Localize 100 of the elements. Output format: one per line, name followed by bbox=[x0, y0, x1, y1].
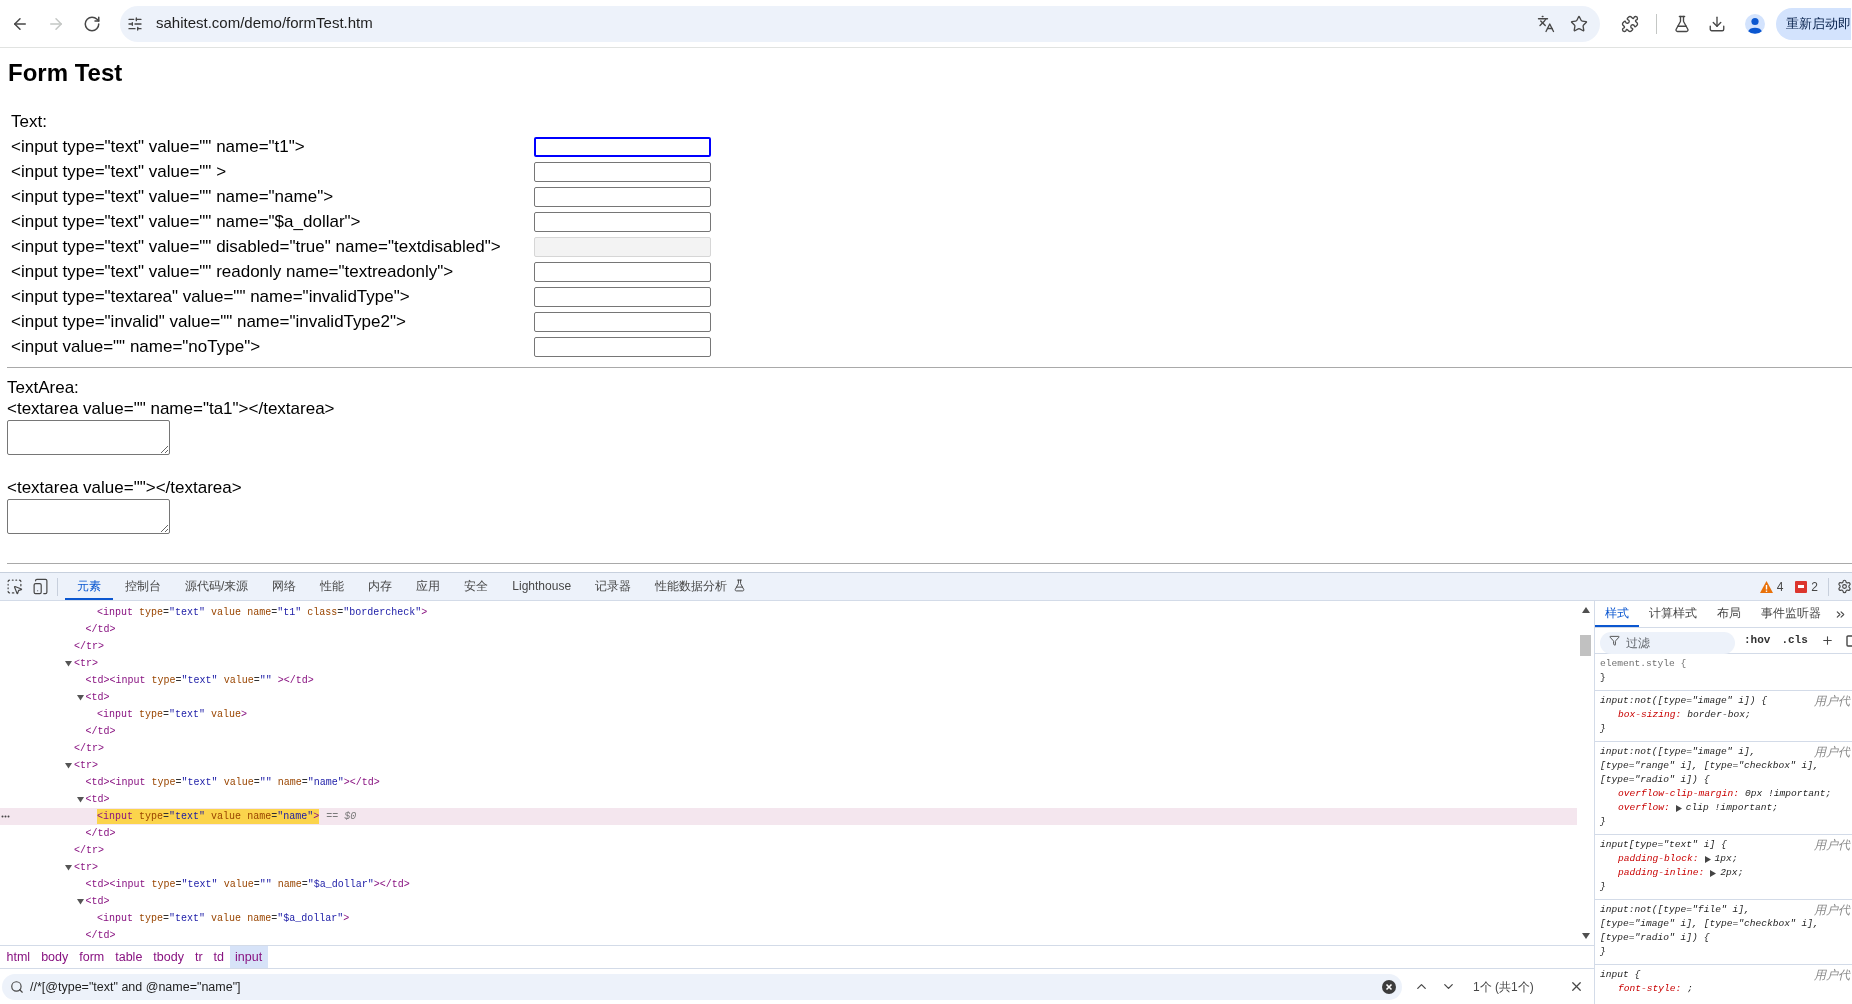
devtools-tab[interactable]: 内存 bbox=[356, 573, 405, 600]
reload-icon[interactable] bbox=[83, 14, 101, 33]
site-settings-icon[interactable] bbox=[127, 15, 143, 32]
html-code-line[interactable]: <td><input type="text" value="" name="$a_dollar"></td> bbox=[85, 877, 410, 892]
html-code-line[interactable]: </tr> bbox=[74, 639, 105, 654]
settings-icon[interactable] bbox=[1837, 579, 1852, 594]
html-code-line[interactable]: </td> bbox=[85, 826, 116, 841]
html-code-line[interactable]: <td> bbox=[85, 792, 110, 807]
breadcrumb-item[interactable]: tr bbox=[189, 946, 209, 968]
text-input-field[interactable] bbox=[534, 186, 711, 207]
clear-search-icon[interactable] bbox=[1382, 979, 1396, 994]
devtools-tab[interactable]: 性能数据分析 bbox=[643, 573, 759, 600]
pseudo-toggle-button[interactable]: .cls bbox=[1781, 632, 1808, 649]
expand-triangle-icon[interactable] bbox=[76, 898, 84, 905]
html-code-line[interactable]: </td> bbox=[85, 724, 116, 739]
bookmark-star-icon[interactable] bbox=[1570, 14, 1588, 33]
css-property-name[interactable]: font-style: bbox=[1618, 981, 1682, 997]
expand-triangle-icon[interactable] bbox=[65, 864, 72, 871]
devtools-tab[interactable]: Lighthouse bbox=[500, 573, 584, 600]
css-property-value[interactable]: 2px; bbox=[1720, 865, 1744, 881]
html-code-line[interactable]: <td> bbox=[85, 690, 110, 705]
textarea-field[interactable] bbox=[7, 499, 170, 534]
breadcrumb-item[interactable]: tbody bbox=[147, 946, 190, 968]
text-input-field[interactable] bbox=[534, 336, 711, 357]
address-bar[interactable]: sahitest.com/demo/formTest.htm bbox=[120, 5, 1600, 42]
breadcrumb-item[interactable]: form bbox=[73, 946, 110, 968]
html-code-line[interactable]: <input type="text" value name="$a_dollar"> bbox=[97, 911, 350, 926]
css-property-value[interactable]: ; bbox=[1687, 981, 1694, 997]
inspect-element-icon[interactable] bbox=[6, 578, 23, 595]
breadcrumb-item[interactable]: table bbox=[109, 946, 148, 968]
css-property-name[interactable]: overflow: bbox=[1618, 800, 1670, 816]
devtools-tab[interactable]: 源代码/来源 bbox=[173, 573, 261, 600]
close-icon[interactable] bbox=[1569, 979, 1584, 994]
expand-triangle-icon[interactable] bbox=[76, 694, 84, 701]
html-code-line[interactable]: <input type="text" value> bbox=[97, 707, 248, 722]
stylesheet-origin-label[interactable]: 用户代 bbox=[1814, 694, 1850, 708]
css-property-name[interactable]: box-sizing: bbox=[1618, 707, 1682, 723]
html-code-line[interactable]: </tr> bbox=[74, 741, 105, 756]
stylesheet-origin-label[interactable]: 用户代 bbox=[1814, 745, 1850, 759]
css-property-value[interactable]: 0px !important; bbox=[1744, 786, 1832, 802]
text-input-field[interactable] bbox=[534, 136, 711, 157]
html-code-line[interactable]: </td> bbox=[85, 622, 116, 637]
stylesheet-origin-label[interactable]: 用户代 bbox=[1814, 968, 1850, 982]
html-code-line[interactable]: <tr> bbox=[74, 758, 99, 773]
css-property-name[interactable]: padding-block: bbox=[1618, 851, 1699, 867]
styles-tab[interactable]: 布局 bbox=[1707, 601, 1751, 627]
more-options-icon[interactable] bbox=[1, 815, 10, 818]
text-input-field[interactable] bbox=[534, 161, 711, 182]
breadcrumb-item[interactable]: td bbox=[208, 946, 230, 968]
scroll-up-arrow-icon[interactable] bbox=[1581, 607, 1590, 613]
relaunch-button[interactable]: 重新启动即 bbox=[1776, 7, 1851, 40]
breadcrumb-item[interactable]: html bbox=[1, 946, 36, 968]
puzzle-piece-icon[interactable] bbox=[1621, 14, 1639, 33]
text-input-field[interactable] bbox=[534, 261, 711, 282]
css-property-value[interactable]: border-box; bbox=[1687, 707, 1751, 723]
scrollbar-thumb[interactable] bbox=[1580, 635, 1591, 656]
html-code-line[interactable]: </td> bbox=[85, 928, 116, 943]
html-code-line[interactable]: </tr> bbox=[74, 843, 105, 858]
html-code-line[interactable]: <tr> bbox=[74, 656, 99, 671]
text-input-field[interactable] bbox=[534, 286, 711, 307]
expand-triangle-icon[interactable] bbox=[76, 796, 84, 803]
css-property-value[interactable]: clip !important; bbox=[1685, 800, 1778, 816]
styles-tab[interactable]: 事件监听器 bbox=[1751, 601, 1831, 627]
pseudo-toggle-button[interactable]: :hov bbox=[1744, 632, 1771, 649]
breadcrumb-item[interactable]: body bbox=[35, 946, 74, 968]
styles-tab[interactable]: 计算样式 bbox=[1639, 601, 1707, 627]
devtools-tab[interactable]: 控制台 bbox=[113, 573, 173, 600]
scroll-down-arrow-icon[interactable] bbox=[1581, 933, 1590, 939]
device-toolbar-icon[interactable] bbox=[32, 578, 49, 595]
devtools-tab[interactable]: 网络 bbox=[260, 573, 309, 600]
expand-triangle-icon[interactable] bbox=[1675, 804, 1682, 812]
search-field[interactable]: //*[@type="text" and @name="name"] bbox=[2, 973, 1402, 1000]
sidebar-toggle-icon[interactable] bbox=[1845, 634, 1852, 647]
html-code-line[interactable]: <input type="text" value name="t1" class="bordercheck"> bbox=[97, 605, 428, 620]
breadcrumb-item[interactable]: input bbox=[229, 946, 268, 968]
devtools-tab[interactable]: 性能 bbox=[308, 573, 357, 600]
issue-count[interactable]: 2 bbox=[1811, 577, 1818, 596]
stylesheet-origin-label[interactable]: 用户代 bbox=[1814, 903, 1850, 917]
devtools-tab[interactable]: 安全 bbox=[452, 573, 501, 600]
profile-avatar-icon[interactable] bbox=[1745, 13, 1765, 34]
text-input-field[interactable] bbox=[534, 211, 711, 232]
css-property-name[interactable]: overflow-clip-margin: bbox=[1618, 786, 1739, 802]
download-icon[interactable] bbox=[1708, 14, 1726, 33]
issue-count[interactable]: 4 bbox=[1776, 577, 1784, 596]
new-rule-icon[interactable] bbox=[1820, 634, 1834, 647]
translate-icon[interactable] bbox=[1537, 14, 1555, 33]
text-input-field[interactable] bbox=[534, 311, 711, 332]
html-code-line[interactable]: <td> bbox=[85, 894, 110, 909]
css-property-name[interactable]: padding-inline: bbox=[1618, 865, 1705, 881]
css-property-value[interactable]: 1px; bbox=[1714, 851, 1738, 867]
filter-field[interactable]: 过滤 bbox=[1600, 631, 1735, 654]
devtools-tab[interactable]: 记录器 bbox=[583, 573, 644, 600]
html-code-line[interactable]: <td><input type="text" value="" name="name"></td> bbox=[85, 775, 380, 790]
flask-icon[interactable] bbox=[1673, 14, 1691, 33]
textarea-field[interactable] bbox=[7, 420, 170, 455]
html-code-line[interactable]: <td><input type="text" value="" ></td> bbox=[85, 673, 314, 688]
html-code-line[interactable]: <tr> bbox=[74, 860, 99, 875]
stylesheet-origin-label[interactable]: 用户代 bbox=[1814, 838, 1850, 852]
expand-triangle-icon[interactable] bbox=[65, 762, 72, 769]
error-flag-icon[interactable] bbox=[1795, 580, 1808, 593]
